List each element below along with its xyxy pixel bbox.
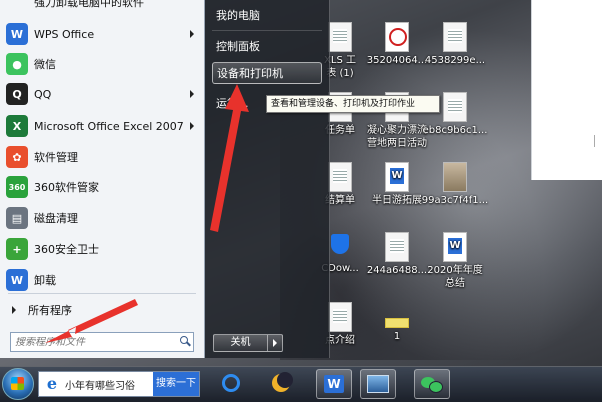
document-icon: [385, 232, 409, 262]
wps-office-icon: W: [6, 23, 28, 45]
start-menu-item-7[interactable]: ▤ 磁盘清理: [4, 204, 200, 232]
start-menu-devices-printers[interactable]: 设备和打印机: [212, 62, 322, 84]
disk-cleanup-icon: ▤: [6, 207, 28, 229]
background-window[interactable]: [531, 0, 602, 180]
start-search-input[interactable]: [11, 336, 177, 348]
start-menu-item-label: 软件管理: [34, 151, 78, 164]
search-icon[interactable]: [177, 334, 193, 350]
start-menu-my-computer[interactable]: 我的电脑: [212, 4, 322, 26]
desktop-icon-label: 99a3c7f4f1...: [421, 195, 489, 206]
wps-document-icon: [443, 232, 467, 262]
shutdown-control: 关机: [213, 334, 283, 352]
document-icon: [385, 22, 409, 52]
taskbar-app-wechat[interactable]: [414, 369, 450, 399]
shield-icon: [329, 232, 351, 260]
all-programs-button[interactable]: 所有程序: [4, 298, 200, 322]
start-menu-item-label: 卸载: [34, 274, 56, 287]
desktop-icon[interactable]: 1: [362, 318, 432, 343]
start-menu-item-label: 360软件管家: [34, 181, 99, 194]
taskbar-app-wps[interactable]: W: [316, 369, 352, 399]
ie-browser-icon: e: [46, 374, 58, 393]
excel-icon: X: [6, 115, 28, 137]
qq-penguin-icon: Q: [6, 83, 28, 105]
start-menu-item-label: 360安全卫士: [34, 243, 99, 256]
chevron-right-icon: [190, 122, 194, 130]
software-manager-icon: ✿: [6, 146, 28, 168]
chevron-right-icon: [12, 306, 16, 314]
document-icon: [385, 318, 409, 328]
start-button-windows-icon[interactable]: [2, 368, 34, 400]
desktop-icon-label: 1: [393, 331, 401, 342]
window-scrollbar[interactable]: [594, 135, 602, 147]
desktop-icon[interactable]: 2020年年度 总结: [420, 232, 490, 290]
start-menu-item-4[interactable]: X Microsoft Office Excel 2007: [4, 112, 200, 140]
wechat-icon: ●: [6, 53, 28, 75]
document-icon: [443, 92, 467, 122]
document-icon: [443, 22, 467, 52]
start-menu-item-3[interactable]: Q QQ: [4, 80, 200, 108]
chevron-right-icon: [190, 30, 194, 38]
desktop-icon[interactable]: 99a3c7f4f1...: [420, 162, 490, 207]
image-file-icon: [443, 162, 467, 192]
devices-printers-tooltip: 查看和管理设备、打印机及打印作业: [266, 95, 440, 113]
start-menu-item-2[interactable]: ● 微信: [4, 50, 200, 78]
start-menu-item-label: 微信: [34, 58, 56, 71]
start-menu-item-label: QQ: [34, 87, 52, 101]
start-menu-item-label: Microsoft Office Excel 2007: [34, 119, 184, 133]
desktop-icon-label: 2020年年度 总结: [427, 265, 483, 289]
document-icon: [328, 162, 352, 192]
wechat-icon: [421, 375, 443, 393]
start-menu-item-8[interactable]: +360安全卫士: [4, 235, 200, 263]
shutdown-button[interactable]: 关机: [213, 334, 268, 352]
start-menu-item-1[interactable]: W WPS Office: [4, 20, 200, 48]
taskbar-app-moon[interactable]: [264, 369, 298, 397]
start-menu-item-6[interactable]: 360 360软件管家: [4, 173, 200, 201]
quark-browser-icon: [222, 374, 240, 392]
taskbar-search-text[interactable]: 小年有哪些习俗: [65, 377, 153, 392]
start-menu-item-label: WPS Office: [34, 27, 95, 41]
taskbar-app-quark[interactable]: [214, 369, 248, 397]
separator: [212, 30, 322, 31]
start-menu-item-cut[interactable]: 强力卸载电脑中的软件: [4, 0, 200, 10]
taskbar-app-control-panel[interactable]: [360, 369, 396, 399]
start-menu-item-label: 磁盘清理: [34, 212, 78, 225]
360-security-icon: +: [6, 238, 28, 260]
document-icon: [328, 22, 352, 52]
taskbar-search-button[interactable]: 搜索一下: [153, 372, 199, 396]
start-search-box[interactable]: [10, 332, 194, 352]
wps-document-icon: [385, 162, 409, 192]
separator: [8, 293, 196, 294]
360-software-icon: 360: [6, 176, 28, 198]
desktop-icon-label: eb8c9b6c1...: [422, 125, 488, 136]
uninstall-icon: W: [6, 269, 28, 291]
start-menu-item-9[interactable]: W 卸载: [4, 266, 200, 294]
document-icon: [328, 302, 352, 332]
start-menu-control-panel[interactable]: 控制面板: [212, 35, 322, 57]
wps-office-icon: W: [324, 375, 344, 393]
taskbar-search-bar[interactable]: e 小年有哪些习俗 搜索一下: [38, 371, 200, 397]
desktop-icon-label: 4538299e...: [424, 55, 486, 66]
desktop-icon[interactable]: 4538299e...: [420, 22, 490, 67]
moon-app-icon: [272, 372, 293, 392]
start-menu-item-5[interactable]: ✿ 软件管理: [4, 143, 200, 171]
control-panel-icon: [367, 375, 389, 393]
shutdown-options-arrow[interactable]: [268, 334, 283, 352]
chevron-right-icon: [190, 90, 194, 98]
